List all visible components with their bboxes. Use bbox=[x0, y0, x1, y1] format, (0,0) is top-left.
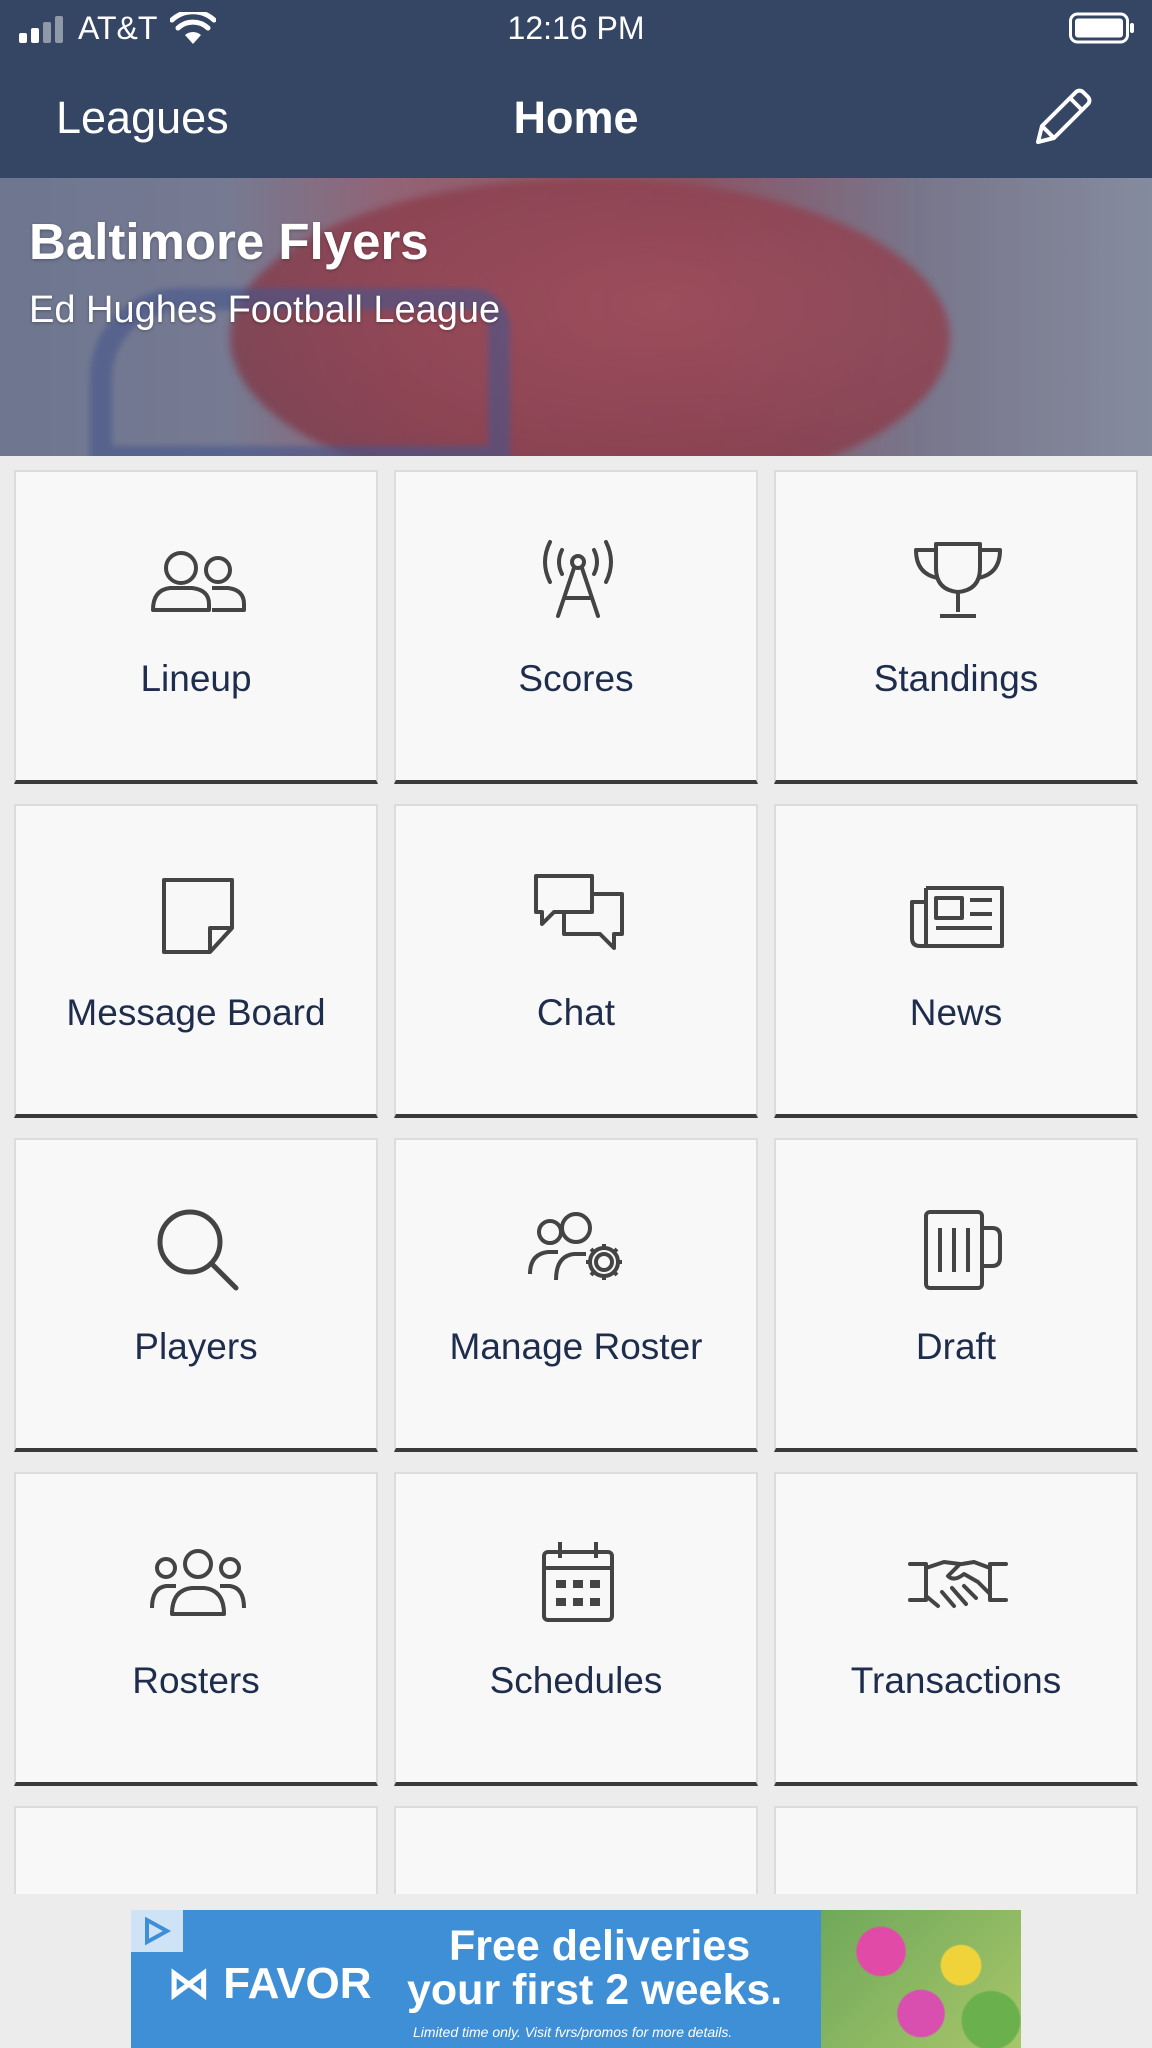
handshake-icon bbox=[908, 1560, 1008, 1608]
tile-partial-2[interactable] bbox=[394, 1806, 758, 1894]
calendar-icon bbox=[542, 1542, 614, 1622]
tile-message-board[interactable]: Message Board bbox=[14, 804, 378, 1118]
ad-banner[interactable]: ⋈ FAVOR Free deliveries your first 2 wee… bbox=[131, 1910, 1021, 2048]
tile-schedules[interactable]: Schedules bbox=[394, 1472, 758, 1786]
team-banner: Baltimore Flyers Ed Hughes Football Leag… bbox=[0, 178, 1152, 456]
tile-label: Chat bbox=[536, 992, 616, 1033]
draft-mug-icon bbox=[924, 1210, 1002, 1290]
newspaper-icon bbox=[910, 886, 1004, 948]
bowtie-icon: ⋈ bbox=[167, 1959, 224, 2008]
status-bar: AT&T 12:16 PM bbox=[0, 0, 1152, 58]
search-icon bbox=[157, 1209, 239, 1291]
tile-manage-roster[interactable]: Manage Roster bbox=[394, 1138, 758, 1452]
battery-icon bbox=[1069, 12, 1134, 44]
partial-icon bbox=[148, 1868, 248, 1894]
page-title: Home bbox=[513, 92, 639, 143]
tile-rosters[interactable]: Rosters bbox=[14, 1472, 378, 1786]
tile-label: Lineup bbox=[140, 658, 252, 699]
tile-partial-1[interactable] bbox=[14, 1806, 378, 1894]
sticky-note-icon bbox=[162, 878, 234, 954]
tile-label: Draft bbox=[915, 1326, 997, 1367]
flowers-image bbox=[821, 1910, 1021, 2048]
pencil-icon[interactable] bbox=[1026, 80, 1100, 154]
trophy-icon bbox=[914, 542, 1002, 618]
broadcast-antenna-icon bbox=[543, 540, 613, 618]
tile-partial-3[interactable] bbox=[774, 1806, 1138, 1894]
ad-brand: ⋈ FAVOR bbox=[167, 1959, 372, 2008]
tile-standings[interactable]: Standings bbox=[774, 470, 1138, 784]
partial-icon bbox=[528, 1868, 628, 1894]
tile-transactions[interactable]: Transactions bbox=[774, 1472, 1138, 1786]
ad-headline-2: your first 2 weeks. bbox=[407, 1966, 783, 2014]
tile-label: Standings bbox=[873, 658, 1039, 699]
tile-label: News bbox=[909, 992, 1003, 1033]
tile-chat[interactable]: Chat bbox=[394, 804, 758, 1118]
partial-icon bbox=[908, 1868, 1008, 1894]
tile-label: Rosters bbox=[132, 1660, 260, 1701]
tile-label: Players bbox=[134, 1326, 258, 1367]
ad-fine-print: Limited time only. Visit fvrs/promos for… bbox=[413, 2024, 733, 2040]
lineup-people-icon bbox=[151, 551, 246, 612]
ad-headline-1: Free deliveries bbox=[449, 1922, 751, 1970]
tile-label: Message Board bbox=[66, 992, 326, 1033]
tile-label: Manage Roster bbox=[449, 1326, 703, 1367]
top-bar: AT&T 12:16 PM Leagues Home bbox=[0, 0, 1152, 178]
team-name: Baltimore Flyers bbox=[29, 213, 429, 270]
tile-scores[interactable]: Scores bbox=[394, 470, 758, 784]
adchoices-icon[interactable] bbox=[131, 1910, 183, 1952]
tile-label: Scores bbox=[518, 658, 634, 699]
menu-grid: Lineup Scores Standings Message Board Ch… bbox=[0, 456, 1152, 1894]
tile-news[interactable]: News bbox=[774, 804, 1138, 1118]
tile-label: Schedules bbox=[489, 1660, 663, 1701]
status-time: 12:16 PM bbox=[507, 10, 645, 46]
tile-players[interactable]: Players bbox=[14, 1138, 378, 1452]
tile-draft[interactable]: Draft bbox=[774, 1138, 1138, 1452]
ad-container: ⋈ FAVOR Free deliveries your first 2 wee… bbox=[0, 1894, 1152, 2048]
league-name: Ed Hughes Football League bbox=[29, 289, 501, 331]
tile-label: Transactions bbox=[850, 1660, 1062, 1701]
group-people-icon bbox=[150, 1549, 246, 1616]
tile-lineup[interactable]: Lineup bbox=[14, 470, 378, 784]
chat-bubbles-icon bbox=[534, 874, 624, 950]
people-gear-icon bbox=[528, 1212, 622, 1281]
